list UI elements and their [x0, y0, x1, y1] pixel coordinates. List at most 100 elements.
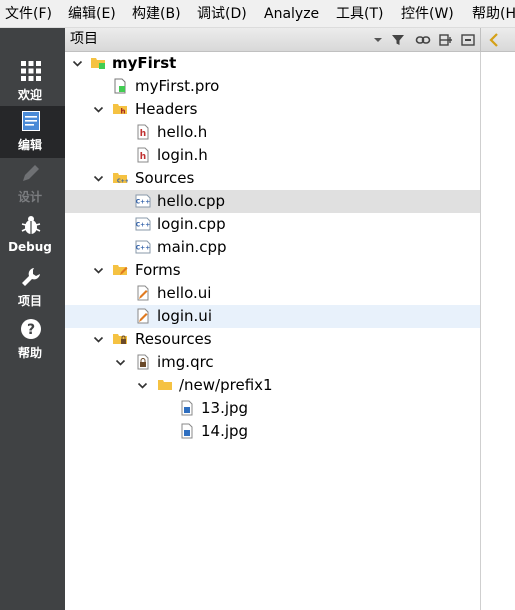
tree-item-hello-cpp[interactable]: C++ hello.cpp	[65, 190, 480, 213]
project-pane-header: 项目	[65, 28, 480, 52]
filter-icon[interactable]	[390, 32, 406, 48]
link-icon[interactable]	[415, 32, 431, 48]
menu-analyze[interactable]: Analyze	[264, 6, 319, 23]
svg-text:h: h	[121, 108, 126, 116]
folder-icon	[113, 265, 128, 275]
tree-item-14-jpg[interactable]: 14.jpg	[65, 420, 480, 443]
mode-help[interactable]: ? 帮助	[0, 314, 65, 366]
chevron-down-icon[interactable]	[93, 173, 104, 184]
mode-debug-label: Debug	[8, 240, 52, 254]
chevron-down-icon[interactable]	[93, 104, 104, 115]
chevron-down-icon[interactable]	[93, 265, 104, 276]
ui-file-icon	[137, 308, 149, 324]
mode-debug[interactable]: Debug	[0, 210, 65, 262]
chevron-down-icon[interactable]	[93, 334, 104, 345]
menu-controls[interactable]: 控件(W)	[401, 6, 454, 23]
tree-label: myFirst.pro	[135, 77, 220, 95]
tree-item-prefix[interactable]: /new/prefix1	[65, 374, 480, 397]
menu-build[interactable]: 构建(B)	[132, 6, 181, 23]
folder-icon	[91, 58, 105, 69]
svg-text:h: h	[140, 152, 146, 162]
menu-debug[interactable]: 调试(D)	[197, 6, 247, 23]
svg-text:?: ?	[27, 322, 35, 338]
tree-item-img-qrc[interactable]: img.qrc	[65, 351, 480, 374]
tree-item-13-jpg[interactable]: 13.jpg	[65, 397, 480, 420]
svg-text:C++: C++	[117, 179, 128, 185]
pencil-icon	[23, 165, 39, 181]
header-file-icon: h	[137, 124, 149, 140]
tree-label: 13.jpg	[201, 399, 249, 417]
tree-label: login.h	[157, 146, 208, 164]
tree-label: 14.jpg	[201, 422, 249, 440]
chevron-down-icon[interactable]	[72, 58, 83, 69]
tree-item-pro[interactable]: myFirst.pro	[65, 75, 480, 98]
pane-title: 项目	[70, 31, 98, 47]
folder-icon: h	[113, 104, 127, 116]
tree-label: login.cpp	[157, 215, 226, 233]
chevron-left-icon[interactable]	[487, 32, 501, 48]
question-icon: ?	[21, 319, 41, 339]
tree-label: login.ui	[157, 307, 212, 325]
cpp-file-icon: C++	[135, 240, 151, 254]
mode-bar: 欢迎 编辑 设计 Debug 项目 ? 帮助	[0, 28, 65, 610]
grid-icon	[21, 61, 41, 81]
tree-label: hello.ui	[157, 284, 212, 302]
image-file-icon	[181, 423, 193, 439]
chevron-down-icon[interactable]	[137, 380, 148, 391]
tree-label: main.cpp	[157, 238, 227, 256]
menu-edit[interactable]: 编辑(E)	[68, 6, 116, 23]
editor-header	[480, 28, 515, 52]
mode-design-label: 设计	[17, 190, 42, 204]
folder-icon: C++	[113, 173, 128, 185]
tree-item-hello-h[interactable]: h hello.h	[65, 121, 480, 144]
split-icon[interactable]	[438, 32, 454, 48]
tree-label: myFirst	[112, 54, 177, 72]
tree-label: img.qrc	[157, 353, 214, 371]
tree-label: /new/prefix1	[179, 376, 273, 394]
svg-text:C++: C++	[136, 199, 150, 206]
tree-item-login-h[interactable]: h login.h	[65, 144, 480, 167]
close-pane-icon[interactable]	[460, 32, 476, 48]
mode-help-label: 帮助	[17, 346, 42, 360]
mode-projects[interactable]: 项目	[0, 262, 65, 314]
tree-label: hello.h	[157, 123, 208, 141]
svg-text:h: h	[140, 129, 146, 139]
cpp-file-icon: C++	[135, 217, 151, 231]
mode-welcome-label: 欢迎	[17, 88, 42, 102]
mode-design[interactable]: 设计	[0, 158, 65, 210]
ui-file-icon	[137, 285, 149, 301]
menu-bar: 文件(F) 编辑(E) 构建(B) 调试(D) Analyze 工具(T) 控件…	[0, 0, 515, 28]
bug-icon	[21, 216, 41, 234]
pro-file-icon	[114, 78, 126, 94]
tree-item-myfirst[interactable]: myFirst	[65, 52, 480, 75]
mode-edit[interactable]: 编辑	[0, 106, 65, 158]
cpp-file-icon: C++	[135, 194, 151, 208]
menu-file[interactable]: 文件(F)	[5, 6, 52, 23]
pane-divider	[480, 52, 481, 610]
tree-item-forms[interactable]: Forms	[65, 259, 480, 282]
header-file-icon: h	[137, 147, 149, 163]
folder-icon	[113, 334, 127, 344]
tree-item-login-cpp[interactable]: C++ login.cpp	[65, 213, 480, 236]
mode-welcome[interactable]: 欢迎	[0, 56, 65, 108]
svg-text:C++: C++	[136, 245, 150, 252]
tree-item-headers[interactable]: h Headers	[65, 98, 480, 121]
menu-help[interactable]: 帮助(H)	[472, 6, 515, 23]
tree-item-hello-ui[interactable]: hello.ui	[65, 282, 480, 305]
tree-label: Forms	[135, 261, 181, 279]
mode-projects-label: 项目	[17, 294, 42, 308]
edit-doc-icon	[22, 111, 40, 131]
chevron-down-icon[interactable]	[370, 32, 386, 48]
image-file-icon	[181, 400, 193, 416]
tree-item-resources[interactable]: Resources	[65, 328, 480, 351]
tree-item-sources[interactable]: C++ Sources	[65, 167, 480, 190]
tree-label: Resources	[135, 330, 212, 348]
wrench-icon	[22, 268, 40, 286]
tree-label: Headers	[135, 100, 198, 118]
tree-item-login-ui[interactable]: login.ui	[65, 305, 480, 328]
menu-tools[interactable]: 工具(T)	[336, 6, 383, 23]
tree-label: Sources	[135, 169, 195, 187]
svg-text:C++: C++	[136, 222, 150, 229]
chevron-down-icon[interactable]	[115, 357, 126, 368]
tree-item-main-cpp[interactable]: C++ main.cpp	[65, 236, 480, 259]
